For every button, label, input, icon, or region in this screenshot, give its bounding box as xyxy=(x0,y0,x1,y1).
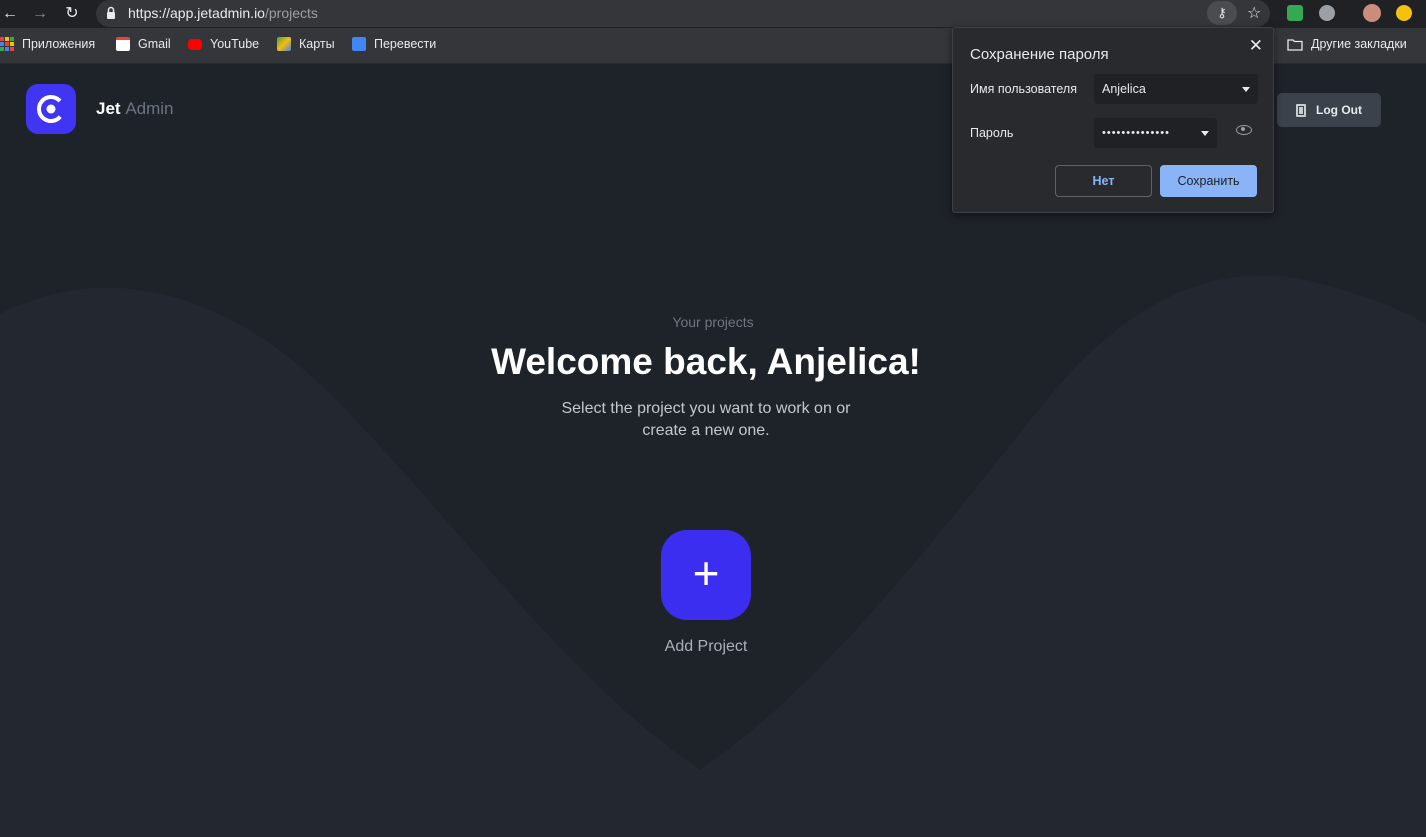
bookmark-label: Другие закладки xyxy=(1311,37,1407,51)
translate-icon xyxy=(352,37,366,51)
key-icon[interactable]: ⚷ xyxy=(1207,1,1237,25)
apps-grid-icon xyxy=(0,37,14,51)
page-subtitle: Your projects xyxy=(672,314,754,330)
bookmark-translate[interactable]: Перевести xyxy=(352,37,436,51)
password-label: Пароль xyxy=(970,126,1014,140)
logout-door-icon xyxy=(1296,103,1306,117)
chevron-down-icon xyxy=(1242,87,1250,92)
logout-label: Log Out xyxy=(1316,103,1362,117)
chevron-down-icon xyxy=(1201,131,1209,136)
bookmark-label: Карты xyxy=(299,37,335,51)
jet-admin-logo[interactable] xyxy=(26,84,76,134)
bookmark-gmail[interactable]: Gmail xyxy=(116,37,171,51)
forward-arrow-icon[interactable]: → xyxy=(30,4,50,24)
youtube-icon xyxy=(188,38,202,50)
close-icon[interactable]: ✕ xyxy=(1249,36,1263,56)
reload-icon[interactable]: ↻ xyxy=(62,4,82,24)
extension-icon[interactable] xyxy=(1319,5,1335,21)
bookmark-label: YouTube xyxy=(210,37,260,51)
address-bar[interactable]: https://app.jetadmin.io/projects ⚷ ☆ xyxy=(96,0,1270,27)
password-value: •••••••••••••• xyxy=(1102,127,1170,139)
add-project-label[interactable]: Add Project xyxy=(606,638,806,656)
username-select[interactable]: Anjelica xyxy=(1094,74,1258,104)
bookmark-youtube[interactable]: YouTube xyxy=(188,37,259,51)
add-project-button[interactable]: + xyxy=(661,530,751,620)
star-icon[interactable]: ☆ xyxy=(1247,3,1261,23)
save-password-dialog: Сохранение пароля ✕ Имя пользователя Anj… xyxy=(952,27,1274,213)
gmail-icon xyxy=(116,37,130,51)
username-label: Имя пользователя xyxy=(970,82,1077,96)
lock-icon xyxy=(107,6,115,19)
bookmark-label: Перевести xyxy=(374,37,437,51)
maps-icon xyxy=(277,37,291,51)
save-button[interactable]: Сохранить xyxy=(1160,165,1257,197)
eye-icon[interactable] xyxy=(1236,125,1252,135)
extension-icon[interactable] xyxy=(1396,5,1412,21)
logout-button[interactable]: Log Out xyxy=(1277,93,1381,127)
bookmark-apps[interactable]: Приложения xyxy=(0,37,95,51)
page-title: Welcome back, Anjelica! xyxy=(491,341,921,382)
plus-icon: + xyxy=(692,547,720,599)
username-value: Anjelica xyxy=(1102,82,1146,96)
back-arrow-icon[interactable]: ← xyxy=(0,4,20,24)
extension-icon[interactable] xyxy=(1287,5,1303,21)
brand-name: Jet Admin xyxy=(96,99,174,118)
avatar[interactable] xyxy=(1363,4,1381,22)
folder-icon xyxy=(1287,38,1303,51)
password-select[interactable]: •••••••••••••• xyxy=(1094,118,1217,148)
bookmark-maps[interactable]: Карты xyxy=(277,37,335,51)
dialog-title: Сохранение пароля xyxy=(970,46,1109,63)
bookmark-label: Приложения xyxy=(22,37,96,51)
page-description: Select the project you want to work on o… xyxy=(561,400,851,439)
bookmark-other[interactable]: Другие закладки xyxy=(1287,37,1407,51)
cancel-button[interactable]: Нет xyxy=(1055,165,1152,197)
browser-toolbar: ← → ↻ https://app.jetadmin.io/projects ⚷… xyxy=(0,0,1426,28)
bookmark-label: Gmail xyxy=(138,37,171,51)
url-text: https://app.jetadmin.io/projects xyxy=(128,5,318,21)
